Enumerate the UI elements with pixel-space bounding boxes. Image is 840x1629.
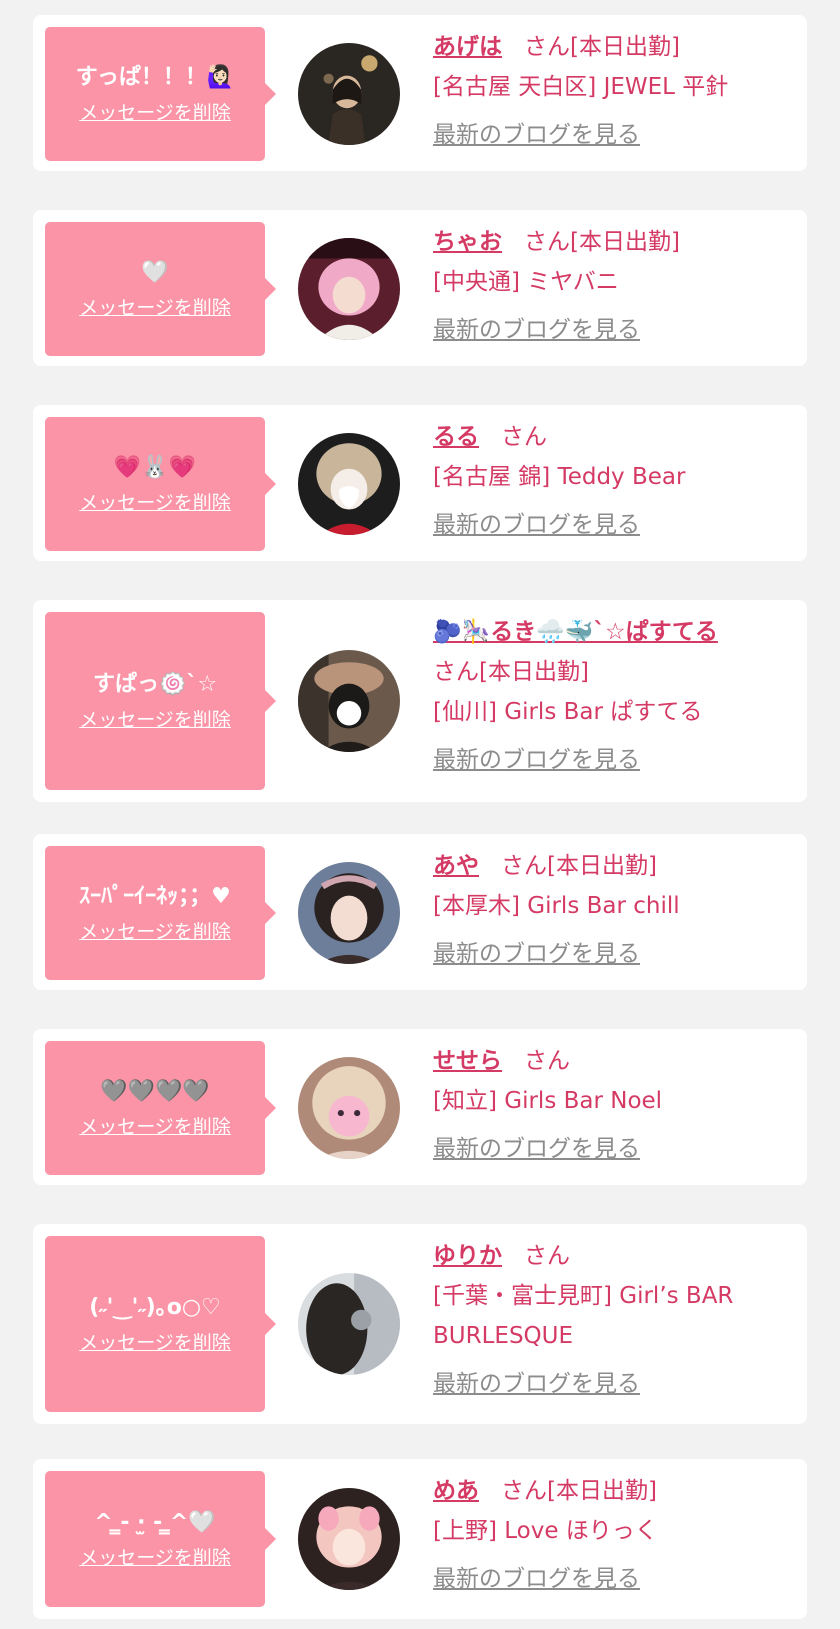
message-card: ｽｰﾊﾟｰｲｰﾈｯ；；♥ メッセージを削除 あや さん[本日出勤] [本厚木] G… — [33, 834, 807, 990]
latest-blog-link[interactable]: 最新のブログを見る — [433, 314, 779, 346]
message-text: ｽｰﾊﾟｰｲｰﾈｯ；；♥ — [79, 884, 231, 909]
shop-info: [上野] Love ほりっく — [433, 1518, 658, 1544]
delete-message-link[interactable]: メッセージを削除 — [79, 101, 231, 125]
card-info: ちゃお さん[本日出勤] [中央通] ミヤバニ 最新のブログを見る — [433, 222, 779, 346]
girl-name-link[interactable]: めあ — [433, 1478, 479, 1504]
message-text: 💗🐰💗 — [113, 455, 197, 480]
name-suffix: さん[本日出勤] — [501, 853, 657, 879]
card-info: せせら さん [知立] Girls Bar Noel 最新のブログを見る — [433, 1041, 779, 1165]
message-text: (˶'‿'˶)｡o○♡ — [89, 1295, 221, 1320]
message-text: 🩶🩶🩶🩶 — [100, 1079, 210, 1104]
avatar[interactable] — [298, 1057, 400, 1159]
message-bubble: ｽｰﾊﾟｰｲｰﾈｯ；；♥ メッセージを削除 — [45, 846, 276, 980]
shop-info: [本厚木] Girls Bar chill — [433, 893, 680, 919]
message-card: 💗🐰💗 メッセージを削除 るる さん [名古屋 錦] Teddy Bear 最新の… — [33, 405, 807, 561]
girl-name-link[interactable]: ちゃお — [433, 229, 502, 255]
latest-blog-link[interactable]: 最新のブログを見る — [433, 938, 779, 970]
delete-message-link[interactable]: メッセージを削除 — [79, 491, 231, 515]
card-info: るる さん [名古屋 錦] Teddy Bear 最新のブログを見る — [433, 417, 779, 541]
girl-name-link[interactable]: 🫐🎠るき🌧️🐳`☆ぱすてる — [433, 619, 718, 645]
message-bubble: すっぱ！！！🙋🏻‍♀️ メッセージを削除 — [45, 27, 276, 161]
avatar[interactable] — [298, 433, 400, 535]
shop-info: [千葉・富士見町] Girl’s BAR BURLESQUE — [433, 1283, 734, 1349]
message-text: ^ ̳- ·̫ - ̳^🤍 — [94, 1510, 216, 1535]
card-info: 🫐🎠るき🌧️🐳`☆ぱすてる さん[本日出勤] [仙川] Girls Bar ぱす… — [433, 612, 779, 776]
latest-blog-link[interactable]: 最新のブログを見る — [433, 119, 779, 151]
name-suffix: さん — [501, 424, 547, 450]
name-suffix: さん[本日出勤] — [501, 1478, 657, 1504]
avatar[interactable] — [298, 238, 400, 340]
message-card: 🩶🩶🩶🩶 メッセージを削除 せせら さん [知立] Girls Bar Noel … — [33, 1029, 807, 1185]
message-card: 🤍 メッセージを削除 ちゃお さん[本日出勤] [中央通] ミヤバニ 最新のブログ… — [33, 210, 807, 366]
message-card: すぱっ🍥`☆ メッセージを削除 🫐🎠るき🌧️🐳`☆ぱすてる さん[本日出勤] [… — [33, 600, 807, 802]
delete-message-link[interactable]: メッセージを削除 — [79, 1331, 231, 1355]
name-suffix: さん[本日出勤] — [433, 659, 589, 685]
avatar[interactable] — [298, 862, 400, 964]
latest-blog-link[interactable]: 最新のブログを見る — [433, 1563, 779, 1595]
shop-info: [名古屋 錦] Teddy Bear — [433, 464, 686, 490]
avatar[interactable] — [298, 43, 400, 145]
card-info: あげは さん[本日出勤] [名古屋 天白区] JEWEL 平針 最新のブログを見る — [433, 27, 779, 151]
message-text: すっぱ！！！🙋🏻‍♀️ — [75, 65, 235, 90]
latest-blog-link[interactable]: 最新のブログを見る — [433, 1368, 779, 1400]
message-text: すぱっ🍥`☆ — [92, 672, 218, 697]
message-bubble: 💗🐰💗 メッセージを削除 — [45, 417, 276, 551]
latest-blog-link[interactable]: 最新のブログを見る — [433, 509, 779, 541]
delete-message-link[interactable]: メッセージを削除 — [79, 920, 231, 944]
avatar[interactable] — [298, 1273, 400, 1375]
name-suffix: さん — [524, 1243, 570, 1269]
message-card: すっぱ！！！🙋🏻‍♀️ メッセージを削除 あげは さん[本日出勤] [名古屋 天白… — [33, 15, 807, 171]
message-text: 🤍 — [141, 260, 169, 285]
name-suffix: さん — [524, 1048, 570, 1074]
name-suffix: さん[本日出勤] — [524, 229, 680, 255]
shop-info: [名古屋 天白区] JEWEL 平針 — [433, 74, 729, 100]
message-bubble: ^ ̳- ·̫ - ̳^🤍 メッセージを削除 — [45, 1471, 276, 1607]
girl-name-link[interactable]: あげは — [433, 34, 502, 60]
delete-message-link[interactable]: メッセージを削除 — [79, 1115, 231, 1139]
girl-name-link[interactable]: ゆりか — [433, 1243, 502, 1269]
latest-blog-link[interactable]: 最新のブログを見る — [433, 1133, 779, 1165]
avatar[interactable] — [298, 650, 400, 752]
delete-message-link[interactable]: メッセージを削除 — [79, 296, 231, 320]
message-bubble: すぱっ🍥`☆ メッセージを削除 — [45, 612, 276, 790]
girl-name-link[interactable]: あや — [433, 853, 479, 879]
shop-info: [仙川] Girls Bar ぱすてる — [433, 699, 703, 725]
message-card: ^ ̳- ·̫ - ̳^🤍 メッセージを削除 めあ さん[本日出勤] [上野] L… — [33, 1459, 807, 1619]
message-bubble: (˶'‿'˶)｡o○♡ メッセージを削除 — [45, 1236, 276, 1412]
message-bubble: 🤍 メッセージを削除 — [45, 222, 276, 356]
card-info: めあ さん[本日出勤] [上野] Love ほりっく 最新のブログを見る — [433, 1471, 779, 1595]
delete-message-link[interactable]: メッセージを削除 — [79, 708, 231, 732]
message-card: (˶'‿'˶)｡o○♡ メッセージを削除 ゆりか さん [千葉・富士見町] Gir… — [33, 1224, 807, 1424]
card-info: ゆりか さん [千葉・富士見町] Girl’s BAR BURLESQUE 最新の… — [433, 1236, 779, 1400]
avatar[interactable] — [298, 1488, 400, 1590]
delete-message-link[interactable]: メッセージを削除 — [79, 1546, 231, 1570]
girl-name-link[interactable]: るる — [433, 424, 479, 450]
shop-info: [知立] Girls Bar Noel — [433, 1088, 663, 1114]
shop-info: [中央通] ミヤバニ — [433, 269, 619, 295]
name-suffix: さん[本日出勤] — [524, 34, 680, 60]
message-bubble: 🩶🩶🩶🩶 メッセージを削除 — [45, 1041, 276, 1175]
latest-blog-link[interactable]: 最新のブログを見る — [433, 744, 779, 776]
card-info: あや さん[本日出勤] [本厚木] Girls Bar chill 最新のブログを… — [433, 846, 779, 970]
message-list: すっぱ！！！🙋🏻‍♀️ メッセージを削除 あげは さん[本日出勤] [名古屋 天白… — [0, 0, 840, 1629]
girl-name-link[interactable]: せせら — [433, 1048, 502, 1074]
